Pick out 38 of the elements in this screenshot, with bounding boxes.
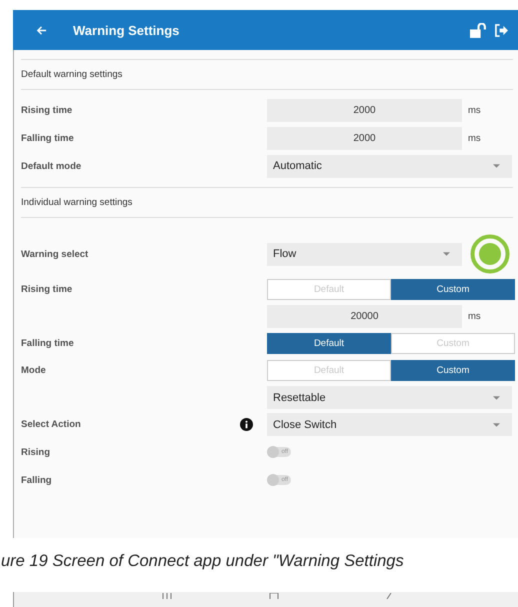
dropdown[interactable]: Automatic <box>267 154 512 178</box>
number-input[interactable]: 2000 <box>267 126 462 150</box>
dropdown-caret-icon <box>443 252 450 256</box>
dropdown-caret-icon <box>493 164 500 168</box>
dropdown-caret-icon <box>493 396 500 400</box>
recent-apps-icon[interactable] <box>162 593 172 599</box>
screen-title: Warning Settings <box>73 22 180 38</box>
dropdown[interactable]: Resettable <box>267 386 512 409</box>
number-input[interactable]: 2000 <box>267 98 462 122</box>
unit-label: ms <box>468 104 481 116</box>
field-label: Select Action <box>21 419 81 430</box>
field-label: Warning select <box>21 248 88 260</box>
back-arrow-icon[interactable] <box>36 24 47 36</box>
dropdown[interactable]: Close Switch <box>267 413 512 436</box>
unit-label: ms <box>468 311 481 322</box>
section-heading: Individual warning settings <box>21 196 134 210</box>
dropdown-caret-icon <box>493 422 500 426</box>
dropdown[interactable]: Flow <box>267 242 462 266</box>
figure-caption: ure 19 Screen of Connect app under "Warning Settings <box>1 552 405 571</box>
back-icon[interactable] <box>386 593 392 599</box>
field-label: Falling time <box>21 132 74 144</box>
unlocked-padlock-icon[interactable] <box>470 22 487 38</box>
segment-option[interactable]: Default <box>267 333 391 354</box>
field-label: Rising time <box>21 104 72 116</box>
field-label: Default mode <box>21 160 82 172</box>
field-label: Rising <box>21 446 50 458</box>
field-label: Rising time <box>21 284 72 295</box>
number-input[interactable]: 20000 <box>267 305 462 328</box>
field-label: Mode <box>21 365 46 376</box>
field-label: Falling <box>21 474 52 486</box>
segment-option[interactable]: Custom <box>391 360 515 381</box>
unit-label: ms <box>468 132 481 144</box>
logout-icon[interactable] <box>495 24 508 36</box>
field-label: Falling time <box>21 338 74 349</box>
section-heading: Default warning settings <box>21 68 124 82</box>
info-icon[interactable] <box>240 418 253 431</box>
home-icon[interactable] <box>269 593 279 599</box>
segment-option[interactable]: Custom <box>391 279 515 300</box>
